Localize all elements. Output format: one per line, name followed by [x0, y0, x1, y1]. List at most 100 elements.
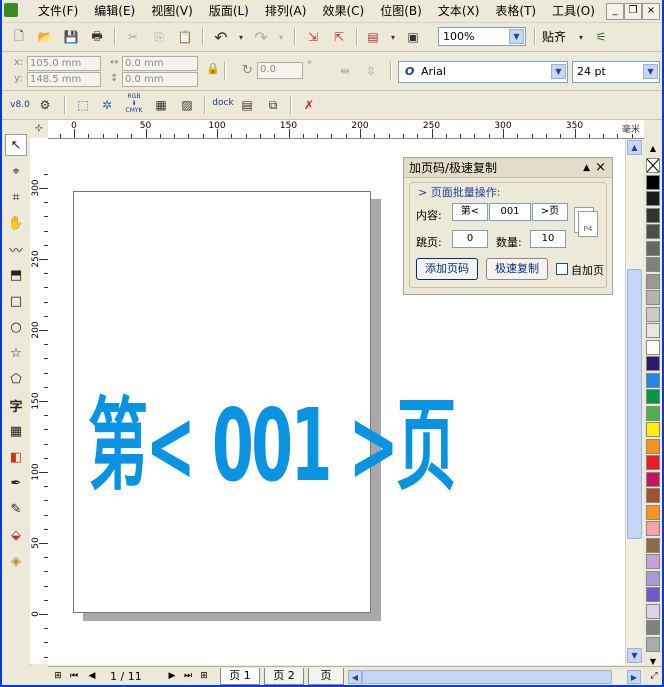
palette-swatch[interactable] [646, 174, 660, 190]
first-page-icon[interactable]: ⏮ [68, 670, 80, 682]
palette-scroll-up-icon[interactable]: ▲ [646, 142, 660, 155]
zoom-levels-select[interactable]: 100% ▼ [438, 27, 526, 46]
width-field[interactable]: 0.0 mm [122, 56, 198, 71]
collapse-arrow-icon[interactable]: ▲ [583, 158, 590, 178]
menu-tools[interactable]: 工具(O) [544, 0, 603, 22]
ellipse-tool-icon[interactable]: ○ [5, 316, 27, 338]
no-fill-swatch[interactable] [646, 158, 660, 173]
interactive-blend-icon[interactable]: ◧ [5, 446, 27, 468]
interactive-fill-icon[interactable]: ◈ [5, 550, 27, 572]
height-field[interactable]: 0.0 mm [122, 72, 198, 87]
palette-swatch[interactable] [646, 570, 660, 586]
x-position-field[interactable]: 105.0 mm [27, 56, 101, 71]
options-icon[interactable]: ⚟ [592, 28, 610, 46]
freehand-tool-icon[interactable]: 〰 [5, 238, 27, 260]
open-folder-icon[interactable]: 📂 [36, 28, 54, 46]
auto-add-page-checkbox[interactable] [556, 263, 568, 275]
menu-bitmaps[interactable]: 位图(B) [372, 0, 430, 22]
number-input[interactable]: 001 [489, 203, 531, 221]
menu-table[interactable]: 表格(T) [487, 0, 544, 22]
redo-icon[interactable]: ↷ [252, 28, 270, 47]
palette-swatch[interactable] [646, 240, 660, 256]
shape-tool-icon[interactable]: ⌖ [5, 160, 27, 182]
scroll-thumb[interactable] [627, 269, 642, 539]
rectangle-tool-icon[interactable]: □ [5, 290, 27, 312]
palette-swatch[interactable] [646, 422, 660, 437]
minimize-button[interactable]: _ [606, 3, 624, 20]
horizontal-scroll-thumb[interactable] [362, 670, 612, 684]
skip-page-input[interactable]: 0 [452, 230, 488, 248]
smart-fill-icon[interactable]: ⬒ [5, 264, 27, 286]
app-logo-icon[interactable] [4, 3, 18, 17]
palette-swatch[interactable] [646, 389, 660, 404]
scroll-right-icon[interactable]: ▶ [627, 670, 641, 684]
font-size-select[interactable]: 24 pt ▼ [572, 61, 660, 83]
batch-rename-icon[interactable]: ▤ [238, 96, 256, 114]
snap-dropdown-icon[interactable]: ▾ [572, 28, 590, 46]
palette-swatch[interactable] [646, 207, 660, 223]
layer-copy-icon[interactable]: ⧉ [264, 96, 282, 114]
redo-dropdown-icon[interactable]: ▾ [272, 28, 290, 46]
font-family-select[interactable]: O Arial ▼ [398, 61, 568, 83]
undo-icon[interactable]: ↶ [212, 28, 230, 47]
palette-swatch[interactable] [646, 504, 660, 520]
palette-swatch[interactable] [646, 521, 660, 536]
ruler-corner[interactable]: ⊹ [30, 120, 49, 139]
export-icon[interactable]: ⇱ [330, 28, 348, 46]
palette-swatch[interactable] [646, 273, 660, 289]
undo-dropdown-icon[interactable]: ▾ [232, 28, 250, 46]
close-icon[interactable]: × [595, 158, 606, 178]
palette-swatch[interactable] [646, 257, 660, 272]
application-launcher-icon[interactable]: ▤ [364, 28, 382, 46]
table-tool-icon[interactable]: ▦ [5, 420, 27, 442]
vertical-scrollbar[interactable]: ▲ ▼ [625, 139, 643, 665]
gear-tool-icon[interactable]: ✲ [98, 96, 116, 114]
chevron-down-icon[interactable]: ▼ [551, 64, 566, 79]
palette-swatch[interactable] [646, 356, 660, 371]
palette-swatch[interactable] [646, 438, 660, 454]
palette-swatch[interactable] [646, 587, 660, 602]
new-document-icon[interactable]: 🗋 [10, 28, 28, 46]
palette-swatch[interactable] [646, 405, 660, 421]
scroll-left-icon[interactable]: ◀ [348, 670, 362, 684]
snap-to-menu[interactable]: 贴齐 [542, 28, 566, 46]
copy-page-icon[interactable]: ▨ [178, 96, 196, 114]
drawing-canvas[interactable]: 第< 001 >页 加页码/极速复制 ▲ × > 页面批量操作: 内容: 第< … [48, 139, 625, 665]
menu-layout[interactable]: 版面(L) [201, 0, 257, 22]
fast-copy-button[interactable]: 极速复制 [486, 258, 548, 280]
chevron-down-icon[interactable]: ▼ [643, 64, 658, 79]
page-tab-2[interactable]: 页 2 [264, 668, 304, 685]
mirror-vertical-icon[interactable]: ⇳ [362, 62, 380, 80]
suffix-input[interactable]: >页 [532, 203, 568, 221]
palette-swatch[interactable] [646, 488, 660, 503]
lock-ratio-icon[interactable]: 🔒 [206, 62, 220, 75]
mirror-horizontal-icon[interactable]: ⇹ [336, 62, 354, 80]
add-page-number-button[interactable]: 添加页码 [416, 258, 478, 280]
navigator-icon[interactable]: ⤢ [648, 670, 660, 682]
add-page-before-icon[interactable]: ⊞ [52, 670, 64, 682]
polygon-star-icon[interactable]: ☆ [5, 342, 27, 364]
palette-swatch[interactable] [646, 636, 660, 652]
palette-swatch[interactable] [646, 471, 660, 487]
prefix-input[interactable]: 第< [452, 203, 488, 221]
welcome-screen-icon[interactable]: ▣ [404, 28, 422, 46]
user-tool-icon[interactable]: ⚙ [36, 96, 54, 114]
add-page-after-icon[interactable]: ⊞ [198, 670, 210, 682]
menu-edit[interactable]: 编辑(E) [86, 0, 143, 22]
palette-swatch[interactable] [646, 191, 660, 206]
text-tool-icon[interactable]: 字 [5, 394, 27, 416]
menu-effects[interactable]: 效果(C) [314, 0, 372, 22]
save-icon[interactable]: 💾 [62, 28, 80, 46]
outline-pen-icon[interactable]: ✎ [5, 498, 27, 520]
menu-text[interactable]: 文本(X) [430, 0, 488, 22]
fill-bucket-icon[interactable]: ⬙ [5, 524, 27, 546]
version-button[interactable]: v8.0 [10, 96, 30, 114]
crop-tool-icon[interactable]: ⌗ [5, 186, 27, 208]
palette-swatch[interactable] [646, 323, 660, 338]
basic-shapes-icon[interactable]: ⬠ [5, 368, 27, 390]
horizontal-ruler[interactable]: 0 50 100 150 200 250 300 350 [48, 120, 644, 139]
print-icon[interactable]: 🖶 [88, 28, 106, 46]
pick-tool-icon[interactable]: ↖ [5, 134, 27, 156]
palette-swatch[interactable] [646, 554, 660, 569]
eyedropper-icon[interactable]: ✒ [5, 472, 27, 494]
